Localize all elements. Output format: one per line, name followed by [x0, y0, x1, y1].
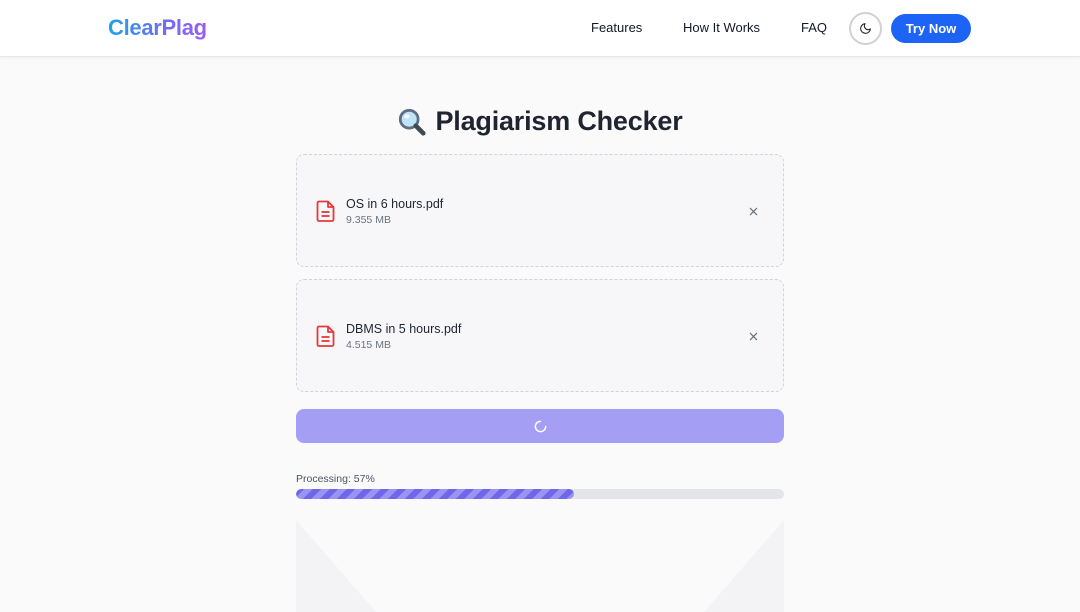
navbar: ClearPlag Features How It Works FAQ Try …: [0, 0, 1080, 57]
close-icon: [749, 332, 757, 340]
progress-bar-fill: [296, 489, 575, 499]
loading-spinner-icon: [534, 420, 546, 432]
file-card: OS in 6 hours.pdf 9.355 MB: [296, 154, 784, 267]
progress-label: Processing: 57%: [296, 473, 375, 485]
file-card: DBMS in 5 hours.pdf 4.515 MB: [296, 279, 784, 392]
file-name: OS in 6 hours.pdf: [346, 197, 444, 211]
check-plagiarism-button[interactable]: [296, 409, 784, 443]
theme-toggle-button[interactable]: [849, 12, 882, 45]
remove-file-button[interactable]: [745, 203, 761, 219]
file-size: 4.515 MB: [346, 339, 391, 351]
page-title: Plagiarism Checker: [435, 106, 683, 136]
file-name: DBMS in 5 hours.pdf: [346, 322, 462, 336]
nav-link-faq[interactable]: FAQ: [801, 20, 827, 35]
pdf-file-icon: [316, 325, 335, 347]
nav-link-how-it-works[interactable]: How It Works: [683, 20, 760, 35]
remove-file-button[interactable]: [745, 328, 761, 344]
nav-link-features[interactable]: Features: [591, 20, 642, 35]
moon-icon: [860, 23, 871, 34]
pdf-file-icon: [316, 200, 335, 222]
progress-bar: [296, 489, 784, 499]
magnifier-icon: [399, 108, 427, 136]
file-size: 9.355 MB: [346, 214, 391, 226]
logo[interactable]: ClearPlag: [108, 15, 207, 41]
page-heading: Plagiarism Checker: [0, 106, 1080, 137]
try-now-button[interactable]: Try Now: [891, 14, 971, 43]
close-icon: [749, 207, 757, 215]
